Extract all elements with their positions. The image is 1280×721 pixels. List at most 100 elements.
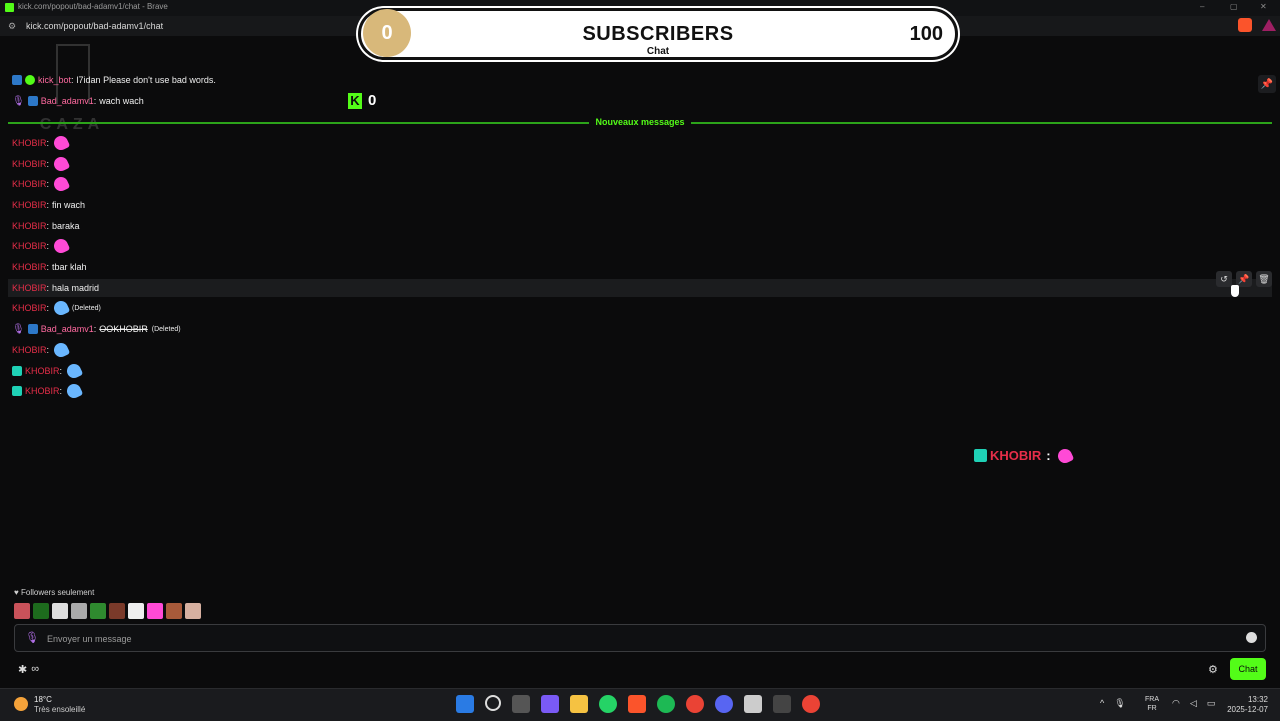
chat-message: 🎙 Bad_adamv1: OOKHOBIR (Deleted) bbox=[12, 324, 181, 335]
wifi-icon[interactable]: ◠ bbox=[1172, 698, 1180, 709]
message-username[interactable]: Bad_adamv1 bbox=[41, 324, 94, 334]
chevron-up-icon[interactable]: ^ bbox=[1100, 698, 1104, 709]
message-input[interactable] bbox=[45, 630, 1229, 648]
minimize-icon[interactable]: – bbox=[1200, 2, 1204, 11]
weather-sun-icon[interactable] bbox=[14, 697, 28, 711]
message-username[interactable]: KHOBIR bbox=[12, 221, 47, 231]
overlay-username: KHOBIR bbox=[990, 448, 1042, 463]
verified-badge-icon bbox=[25, 75, 35, 85]
message-username[interactable]: KHOBIR bbox=[12, 138, 47, 148]
emote-icon[interactable] bbox=[185, 603, 201, 619]
window-title: kick.com/popout/bad-adamv1/chat - Brave bbox=[18, 2, 168, 11]
delete-icon[interactable]: 🗑 bbox=[1256, 271, 1272, 287]
clock-time: 13:32 bbox=[1247, 695, 1268, 704]
pin-icon[interactable]: 📌 bbox=[1258, 75, 1276, 93]
emote-icon[interactable] bbox=[128, 603, 144, 619]
battery-icon[interactable]: ▭ bbox=[1207, 698, 1216, 709]
spotify-icon[interactable] bbox=[657, 695, 675, 713]
task-view-icon[interactable] bbox=[512, 695, 530, 713]
copilot-icon[interactable] bbox=[541, 695, 559, 713]
emote-icon bbox=[64, 381, 84, 401]
message-username[interactable]: Bad_adamv1 bbox=[41, 96, 94, 106]
emote-icon bbox=[51, 133, 71, 153]
obs-icon[interactable] bbox=[773, 695, 791, 713]
whatsapp-icon[interactable] bbox=[599, 695, 617, 713]
file-explorer-icon[interactable] bbox=[570, 695, 588, 713]
message-text: OOKHOBIR bbox=[99, 324, 148, 334]
message-text: fin wach bbox=[52, 200, 86, 210]
chat-message: KHOBIR: bbox=[12, 361, 84, 381]
windows-start-icon[interactable] bbox=[456, 695, 474, 713]
message-username[interactable]: KHOBIR bbox=[25, 366, 60, 376]
message-username[interactable]: kick_bot bbox=[38, 75, 71, 85]
overlay-chat-message: KHOBIR : bbox=[974, 446, 1074, 465]
chat-message-hovered[interactable]: KHOBIR: hala madrid bbox=[8, 279, 1272, 297]
mic-tray-icon[interactable]: 🎙 bbox=[1114, 698, 1125, 709]
emote-icon[interactable] bbox=[71, 603, 87, 619]
reply-icon[interactable]: ↺ bbox=[1216, 271, 1232, 287]
subscribers-goal-count: 100 bbox=[909, 23, 943, 45]
message-username[interactable]: KHOBIR bbox=[12, 200, 47, 210]
settings-gear-icon[interactable]: ⚙ bbox=[1208, 663, 1218, 676]
emote-icon bbox=[64, 361, 84, 381]
weather-condition[interactable]: Très ensoleillé bbox=[34, 705, 85, 714]
emote-icon[interactable] bbox=[90, 603, 106, 619]
message-username[interactable]: KHOBIR bbox=[12, 159, 47, 169]
language-indicator[interactable]: FRA FR bbox=[1145, 695, 1159, 713]
clock-date: 2025-12-07 bbox=[1227, 705, 1268, 714]
emote-icon[interactable] bbox=[52, 603, 68, 619]
chat-message: KHOBIR: fin wach bbox=[12, 200, 86, 210]
message-username[interactable]: KHOBIR bbox=[12, 179, 47, 189]
message-username[interactable]: KHOBIR bbox=[12, 303, 47, 313]
emote-icon bbox=[51, 154, 71, 174]
url-text[interactable]: kick.com/popout/bad-adamv1/chat bbox=[26, 21, 163, 31]
search-icon[interactable] bbox=[485, 695, 501, 711]
chat-input-box[interactable]: 🎙 bbox=[14, 624, 1266, 652]
chat-message: KHOBIR: tbar klah bbox=[12, 262, 87, 272]
close-icon[interactable]: ✕ bbox=[1260, 2, 1267, 11]
users-icon[interactable]: ✱ bbox=[18, 663, 27, 676]
chrome-icon[interactable] bbox=[802, 695, 820, 713]
clock[interactable]: 13:32 2025-12-07 bbox=[1222, 695, 1268, 715]
maximize-icon[interactable]: ▢ bbox=[1230, 2, 1238, 11]
emote-icon bbox=[51, 298, 71, 318]
message-text: wach wach bbox=[99, 96, 144, 106]
message-actions: ↺ 📌 🗑 bbox=[1216, 271, 1272, 287]
message-username[interactable]: KHOBIR bbox=[12, 241, 47, 251]
weather-temp[interactable]: 18°C bbox=[34, 695, 52, 704]
system-tray-icons: ◠ ◁ ▭ bbox=[1172, 698, 1215, 709]
brave-icon[interactable] bbox=[628, 695, 646, 713]
message-username[interactable]: KHOBIR bbox=[12, 262, 47, 272]
emote-icon[interactable] bbox=[147, 603, 163, 619]
emote-icon[interactable] bbox=[14, 603, 30, 619]
emote-icon[interactable] bbox=[109, 603, 125, 619]
pinned-message: kick_bot : l7idan Please don't use bad w… bbox=[12, 71, 216, 89]
subscriber-badge-icon bbox=[12, 386, 22, 396]
capture-tool-icon[interactable] bbox=[744, 695, 762, 713]
message-username[interactable]: KHOBIR bbox=[25, 386, 60, 396]
kick-counter-value: 0 bbox=[368, 92, 377, 109]
infinity-icon[interactable]: ∞ bbox=[31, 663, 39, 676]
emoji-picker-icon[interactable] bbox=[1246, 632, 1257, 643]
message-username[interactable]: KHOBIR bbox=[12, 283, 47, 293]
emote-icon[interactable] bbox=[33, 603, 49, 619]
brave-shields-icon[interactable] bbox=[1238, 18, 1252, 32]
followers-only-notice: ♥ Followers seulement bbox=[14, 588, 94, 597]
site-info-icon[interactable]: ⚙ bbox=[8, 21, 16, 32]
quick-emote-bar bbox=[14, 603, 201, 619]
emote-icon bbox=[1055, 446, 1074, 465]
emote-icon[interactable] bbox=[166, 603, 182, 619]
chat-message: KHOBIR: bbox=[12, 381, 84, 401]
kick-favicon-icon bbox=[5, 3, 14, 12]
mic-icon[interactable]: 🎙 bbox=[25, 631, 39, 644]
moderator-badge-icon bbox=[27, 96, 38, 106]
chat-message: KHOBIR: bbox=[12, 133, 71, 153]
volume-icon[interactable]: ◁ bbox=[1190, 698, 1197, 709]
chrome-icon[interactable] bbox=[686, 695, 704, 713]
brave-rewards-icon[interactable] bbox=[1262, 19, 1276, 31]
chat-tools: ✱ ∞ bbox=[18, 663, 39, 676]
emote-icon bbox=[51, 236, 71, 256]
discord-icon[interactable] bbox=[715, 695, 733, 713]
message-username[interactable]: KHOBIR bbox=[12, 345, 47, 355]
send-chat-button[interactable]: Chat bbox=[1230, 658, 1266, 680]
